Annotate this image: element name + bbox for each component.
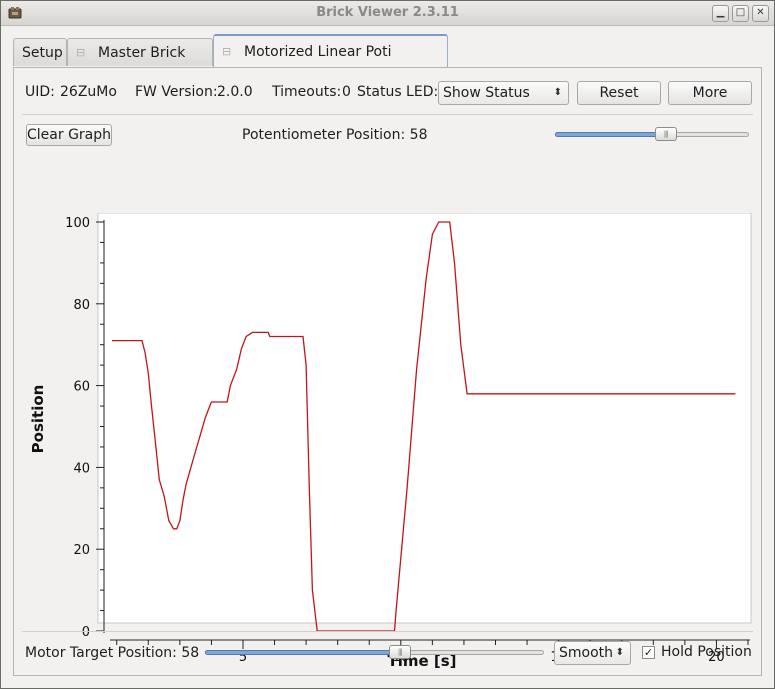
position-chart: 0204060801005101520 Position Time [s] [29, 213, 752, 668]
uid-value: 26ZuMo [60, 84, 117, 100]
y-tick-label: 20 [73, 543, 90, 558]
bricklet-panel: UID: 26ZuMo FW Version: 2.0.0 Timeouts: … [13, 67, 762, 676]
fw-version-value: 2.0.0 [217, 84, 253, 100]
y-axis-title: Position [29, 385, 47, 454]
y-tick-label: 60 [73, 380, 90, 395]
drive-mode-select[interactable]: Smooth ⬍ [554, 641, 631, 665]
title-bar[interactable]: Brick Viewer 2.3.11 ▁ □ ✕ [1, 1, 774, 26]
uid-label: UID: [25, 84, 55, 100]
separator [22, 114, 753, 115]
slider-fill [205, 650, 400, 655]
detach-icon: ⊟ [76, 46, 86, 59]
separator [22, 631, 753, 632]
y-tick-label: 40 [73, 461, 90, 476]
maximize-button[interactable]: □ [732, 5, 749, 22]
slider-fill [555, 132, 666, 137]
window-title: Brick Viewer 2.3.11 [316, 5, 459, 20]
potentiometer-position-slider[interactable]: ||| [555, 125, 749, 145]
hold-position-label: Hold Position [661, 644, 752, 660]
more-button[interactable]: More [668, 81, 752, 105]
potentiometer-position-label: Potentiometer Position: 58 [242, 127, 428, 143]
motor-target-position-label: Motor Target Position: 58 [25, 645, 200, 661]
fw-version-label: FW Version: [135, 84, 218, 100]
detach-icon: ⊟ [222, 45, 232, 58]
y-tick-label: 0 [82, 625, 90, 640]
slider-handle[interactable]: ||| [388, 645, 411, 659]
status-led-select[interactable]: Show Status ⬍ [438, 81, 569, 105]
timeouts-label: Timeouts: [272, 84, 342, 100]
y-tick-label: 80 [73, 298, 90, 313]
clear-graph-button[interactable]: Clear Graph [26, 124, 112, 146]
hold-position-checkbox[interactable]: ✓ [642, 646, 655, 659]
motor-target-position-slider[interactable]: ||| [205, 643, 544, 663]
plot-area [97, 213, 752, 624]
app-window: Brick Viewer 2.3.11 ▁ □ ✕ Setup ⊟ Master … [0, 0, 775, 689]
status-led-label: Status LED: [357, 84, 439, 100]
tab-setup[interactable]: Setup [13, 38, 67, 66]
status-led-value: Show Status [443, 85, 530, 101]
drive-mode-value: Smooth [559, 645, 614, 661]
minimize-button[interactable]: ▁ [712, 5, 729, 22]
tab-master-brick[interactable]: ⊟Master Brick 2.1 [67, 38, 213, 89]
slider-handle[interactable]: ||| [654, 127, 677, 141]
y-tick-label: 100 [65, 216, 90, 231]
tab-motorized-linear-poti[interactable]: ⊟Motorized Linear Poti Bricklet [213, 34, 448, 92]
tab-setup-label: Setup [22, 45, 63, 61]
updown-arrow-icon: ⬍ [615, 647, 624, 658]
timeouts-value: 0 [342, 84, 351, 100]
reset-button[interactable]: Reset [577, 81, 661, 105]
close-button[interactable]: ✕ [752, 5, 769, 22]
updown-arrow-icon: ⬍ [553, 87, 562, 98]
